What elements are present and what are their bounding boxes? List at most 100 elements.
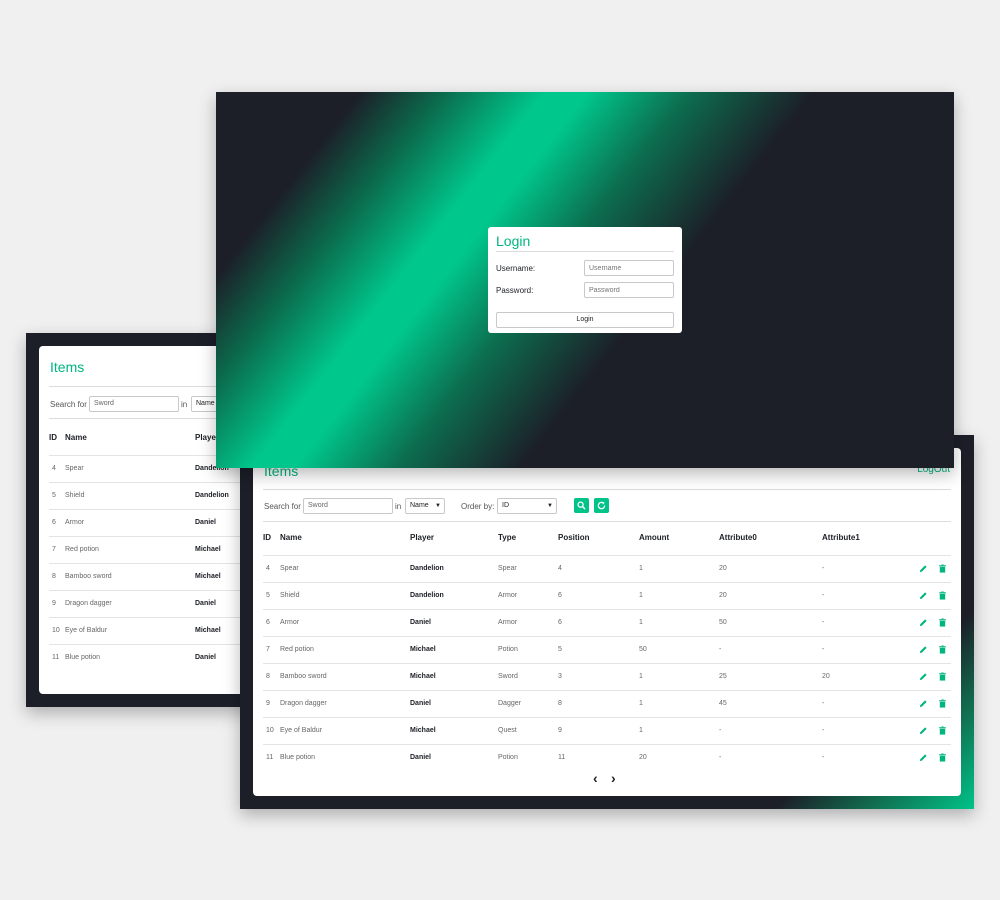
order-by-select[interactable]: ID ▼ bbox=[497, 498, 557, 514]
cell-attribute1: 20 bbox=[822, 662, 902, 690]
cell-attribute1: - bbox=[822, 635, 902, 663]
cell-position: 6 bbox=[558, 581, 639, 609]
chevron-down-icon: ▼ bbox=[435, 503, 441, 509]
column-header[interactable]: Attribute1 bbox=[822, 521, 902, 555]
pencil-icon[interactable] bbox=[919, 618, 928, 627]
chevron-down-icon: ▼ bbox=[547, 503, 553, 509]
search-button[interactable] bbox=[574, 498, 589, 513]
cell-attribute1: - bbox=[822, 608, 902, 636]
cell-name: Shield bbox=[65, 481, 195, 509]
cell-id: 10 bbox=[263, 716, 280, 744]
cell-id: 5 bbox=[263, 581, 280, 609]
search-field-value: Name bbox=[410, 502, 429, 509]
username-label: Username: bbox=[496, 264, 536, 273]
cell-player: Daniel bbox=[410, 689, 498, 717]
cell-attribute1: - bbox=[822, 689, 902, 717]
cell-id: 9 bbox=[263, 689, 280, 717]
cell-name: Dragon dagger bbox=[65, 589, 195, 617]
pencil-icon[interactable] bbox=[919, 699, 928, 708]
trash-icon[interactable] bbox=[938, 564, 947, 573]
divider bbox=[496, 251, 674, 252]
cell-name: Blue potion bbox=[65, 643, 195, 671]
username-input[interactable] bbox=[584, 260, 674, 276]
order-by-value: ID bbox=[502, 502, 509, 509]
cell-name: Blue potion bbox=[280, 743, 410, 771]
items-table-main: ID Name Player Type Position Amount Attr… bbox=[263, 521, 951, 771]
pencil-icon[interactable] bbox=[919, 672, 928, 681]
cell-id: 7 bbox=[49, 535, 65, 563]
column-header[interactable]: Amount bbox=[639, 521, 719, 555]
search-field-select[interactable]: Name ▼ bbox=[405, 498, 445, 514]
refresh-icon bbox=[597, 501, 606, 510]
pager-prev-button[interactable]: ‹ bbox=[593, 771, 598, 785]
cell-attribute0: 50 bbox=[719, 608, 822, 636]
cell-position: 8 bbox=[558, 689, 639, 717]
trash-icon[interactable] bbox=[938, 645, 947, 654]
trash-icon[interactable] bbox=[938, 591, 947, 600]
trash-icon[interactable] bbox=[938, 726, 947, 735]
cell-amount: 50 bbox=[639, 635, 719, 663]
column-header[interactable]: Type bbox=[498, 521, 558, 555]
password-input[interactable] bbox=[584, 282, 674, 298]
column-header[interactable]: ID bbox=[263, 521, 280, 555]
cell-player: Daniel bbox=[410, 608, 498, 636]
cell-attribute1: - bbox=[822, 554, 902, 582]
cell-type: Spear bbox=[498, 554, 558, 582]
cell-position: 5 bbox=[558, 635, 639, 663]
reset-button[interactable] bbox=[594, 498, 609, 513]
column-header[interactable]: Position bbox=[558, 521, 639, 555]
trash-icon[interactable] bbox=[938, 618, 947, 627]
cell-amount: 1 bbox=[639, 662, 719, 690]
cell-type: Potion bbox=[498, 635, 558, 663]
login-button[interactable]: Login bbox=[496, 312, 674, 328]
cell-id: 11 bbox=[263, 743, 280, 771]
column-header[interactable]: Player bbox=[410, 521, 498, 555]
page-title: Items bbox=[50, 359, 85, 375]
search-input[interactable]: Sword bbox=[89, 396, 179, 412]
pencil-icon[interactable] bbox=[919, 591, 928, 600]
table-row: 9 Dragon dagger Daniel Dagger 8 1 45- bbox=[263, 689, 951, 717]
divider bbox=[263, 489, 951, 490]
login-title: Login bbox=[496, 233, 531, 249]
cell-name: Dragon dagger bbox=[280, 689, 410, 717]
column-header[interactable]: Attribute0 bbox=[719, 521, 822, 555]
cell-name: Armor bbox=[280, 608, 410, 636]
cell-player: Daniel bbox=[410, 743, 498, 771]
pencil-icon[interactable] bbox=[919, 564, 928, 573]
cell-position: 11 bbox=[558, 743, 639, 771]
search-input[interactable]: Sword bbox=[303, 498, 393, 514]
cell-amount: 1 bbox=[639, 689, 719, 717]
cell-name: Armor bbox=[65, 508, 195, 536]
cell-actions bbox=[902, 608, 951, 636]
column-header[interactable]: ID bbox=[49, 421, 65, 455]
cell-position: 9 bbox=[558, 716, 639, 744]
column-header-actions bbox=[902, 521, 951, 555]
trash-icon[interactable] bbox=[938, 699, 947, 708]
cell-type: Armor bbox=[498, 608, 558, 636]
order-by-label: Order by: bbox=[461, 502, 495, 511]
cell-id: 8 bbox=[49, 562, 65, 590]
cell-name: Red potion bbox=[65, 535, 195, 563]
cell-attribute0: - bbox=[719, 716, 822, 744]
cell-attribute1: - bbox=[822, 581, 902, 609]
trash-icon[interactable] bbox=[938, 672, 947, 681]
pencil-icon[interactable] bbox=[919, 753, 928, 762]
cell-id: 9 bbox=[49, 589, 65, 617]
cell-attribute1: - bbox=[822, 743, 902, 771]
pencil-icon[interactable] bbox=[919, 645, 928, 654]
pager-next-button[interactable]: › bbox=[611, 771, 616, 785]
cell-name: Bamboo sword bbox=[280, 662, 410, 690]
cell-amount: 20 bbox=[639, 743, 719, 771]
table-row: 8 Bamboo sword Michael Sword 3 1 25 20 bbox=[263, 662, 951, 690]
trash-icon[interactable] bbox=[938, 753, 947, 762]
column-header[interactable]: Name bbox=[280, 521, 410, 555]
cell-id: 10 bbox=[49, 616, 65, 644]
cell-id: 4 bbox=[263, 554, 280, 582]
table-row: 4 Spear Dandelion Spear 4 1 20- bbox=[263, 554, 951, 582]
search-icon bbox=[577, 501, 586, 510]
cell-name: Eye of Baldur bbox=[65, 616, 195, 644]
cell-amount: 1 bbox=[639, 554, 719, 582]
pencil-icon[interactable] bbox=[919, 726, 928, 735]
cell-id: 11 bbox=[49, 643, 65, 671]
column-header[interactable]: Name bbox=[65, 421, 195, 455]
